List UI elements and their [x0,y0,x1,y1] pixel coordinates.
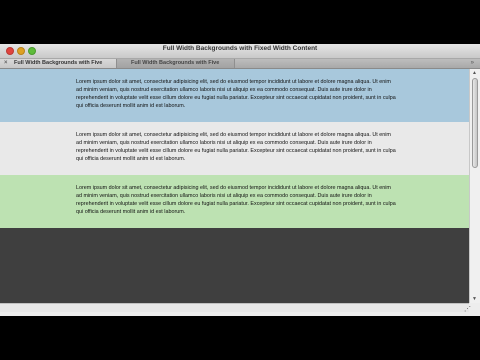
vertical-scroll-thumb[interactable] [472,78,478,168]
band-paragraph: Lorem ipsum dolor sit amet, consectetur … [76,185,396,215]
window-title: Full Width Backgrounds with Fixed Width … [162,45,318,52]
page-content: Lorem ipsum dolor sit amet, consectetur … [0,69,469,303]
tab-active[interactable]: × Full Width Backgrounds with Five [0,59,117,68]
content-band-green: Lorem ipsum dolor sit amet, consectetur … [0,175,469,228]
content-band-dark [0,228,469,303]
tab-close-icon[interactable]: × [4,59,8,68]
band-paragraph: Lorem ipsum dolor sit amet, consectetur … [76,79,396,109]
resize-grip-icon[interactable]: ⋰ [464,306,471,313]
browser-window: Full Width Backgrounds with Fixed Width … [0,44,480,316]
content-band-blue: Lorem ipsum dolor sit amet, consectetur … [0,69,469,122]
title-bar[interactable]: Full Width Backgrounds with Fixed Width … [0,44,480,59]
scroll-down-icon[interactable]: ▼ [472,296,477,302]
content-band-gray: Lorem ipsum dolor sit amet, consectetur … [0,122,469,175]
tab-label: Full Width Backgrounds with Five [14,60,103,66]
scroll-up-icon[interactable]: ▲ [472,70,477,76]
video-letterbox-bottom [0,316,480,360]
tabs-overflow-icon[interactable]: » [471,59,474,68]
tab-inactive[interactable]: Full Width Backgrounds with Five [117,59,235,68]
tab-label: Full Width Backgrounds with Five [131,60,220,66]
band-paragraph: Lorem ipsum dolor sit amet, consectetur … [76,132,396,162]
tab-bar: × Full Width Backgrounds with Five Full … [0,59,480,69]
vertical-scrollbar[interactable]: ▲ ▼ [469,69,480,303]
horizontal-scrollbar[interactable] [0,303,469,312]
video-letterbox-top [0,0,480,44]
